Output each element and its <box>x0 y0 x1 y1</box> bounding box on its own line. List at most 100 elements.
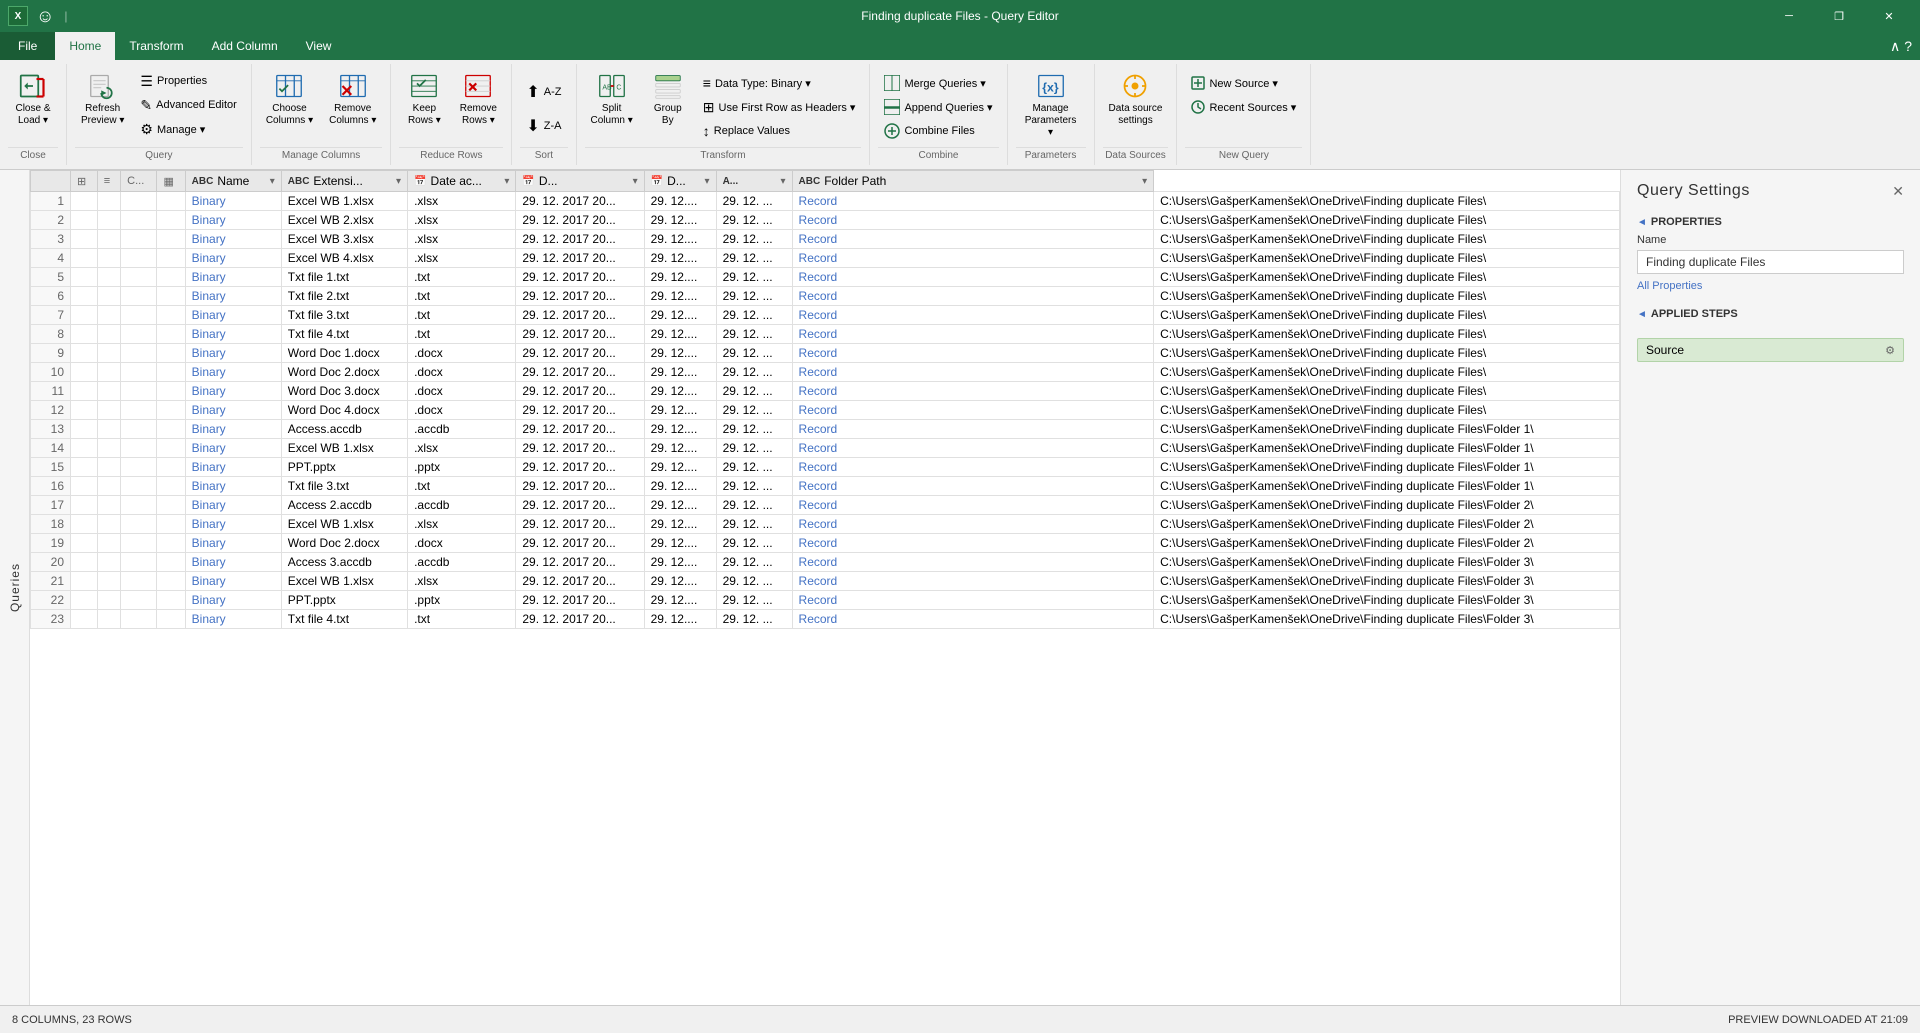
split-column-button[interactable]: AB C SplitColumn ▾ <box>585 68 639 143</box>
col-d2-dropdown[interactable]: ▾ <box>705 176 710 187</box>
sort-desc-button[interactable]: ⬇Z-A <box>520 110 567 142</box>
cell-a[interactable]: Record <box>792 515 1154 534</box>
menu-transform[interactable]: Transform <box>115 32 197 60</box>
col-path-dropdown[interactable]: ▾ <box>1142 176 1147 187</box>
cell-a[interactable]: Record <box>792 211 1154 230</box>
append-queries-button[interactable]: Append Queries ▾ <box>878 96 998 118</box>
col-a-dropdown[interactable]: ▾ <box>781 176 786 187</box>
menu-file[interactable]: File <box>0 32 55 60</box>
col-header-a[interactable]: A... ▾ <box>716 171 792 192</box>
choose-columns-button[interactable]: ChooseColumns ▾ <box>260 68 319 143</box>
remove-rows-button[interactable]: RemoveRows ▾ <box>453 68 503 143</box>
refresh-preview-button[interactable]: RefreshPreview ▾ <box>75 68 130 143</box>
advanced-editor-button[interactable]: ✎ Advanced Editor <box>134 94 242 116</box>
remove-columns-button[interactable]: RemoveColumns ▾ <box>323 68 382 143</box>
col-header-extension[interactable]: ABC Extensi... ▾ <box>281 171 407 192</box>
col-name-dropdown[interactable]: ▾ <box>270 176 275 187</box>
cell-a[interactable]: Record <box>792 572 1154 591</box>
col-ext-dropdown[interactable]: ▾ <box>396 176 401 187</box>
data-type-button[interactable]: ≡ Data Type: Binary ▾ <box>697 72 862 94</box>
menu-home[interactable]: Home <box>55 32 115 60</box>
group-by-button[interactable]: GroupBy <box>643 68 693 143</box>
cell-a[interactable]: Record <box>792 192 1154 211</box>
cell-binary[interactable]: Binary <box>185 458 281 477</box>
query-settings-close-button[interactable]: ✕ <box>1892 183 1904 200</box>
ribbon-collapse-button[interactable]: ∧ <box>1890 38 1900 55</box>
cell-binary[interactable]: Binary <box>185 477 281 496</box>
manage-button[interactable]: ⚙ Manage ▾ <box>134 118 242 140</box>
use-first-row-button[interactable]: ⊞ Use First Row as Headers ▾ <box>697 96 862 118</box>
cell-binary[interactable]: Binary <box>185 515 281 534</box>
queries-sidebar[interactable]: Queries <box>0 170 30 1005</box>
col-header-icon3[interactable]: C... <box>121 171 157 192</box>
menu-view[interactable]: View <box>292 32 346 60</box>
cell-a[interactable]: Record <box>792 287 1154 306</box>
smiley-icon[interactable]: ☺ <box>36 6 54 27</box>
cell-binary[interactable]: Binary <box>185 306 281 325</box>
sort-asc-button[interactable]: ⬆A-Z <box>520 76 567 108</box>
cell-binary[interactable]: Binary <box>185 192 281 211</box>
data-source-settings-button[interactable]: Data sourcesettings <box>1103 68 1169 143</box>
cell-binary[interactable]: Binary <box>185 325 281 344</box>
col-header-name[interactable]: ABC Name ▾ <box>185 171 281 192</box>
help-button[interactable]: ? <box>1904 38 1912 54</box>
step-source[interactable]: Source ⚙ <box>1637 338 1904 362</box>
cell-binary[interactable]: Binary <box>185 420 281 439</box>
replace-values-button[interactable]: ↕ Replace Values <box>697 120 862 142</box>
cell-a[interactable]: Record <box>792 439 1154 458</box>
step-source-gear[interactable]: ⚙ <box>1885 344 1895 357</box>
combine-files-button[interactable]: Combine Files <box>878 120 998 142</box>
recent-sources-button[interactable]: Recent Sources ▾ <box>1185 96 1302 118</box>
close-load-button[interactable]: Close &Load ▾ <box>8 68 58 143</box>
cell-binary[interactable]: Binary <box>185 534 281 553</box>
cell-a[interactable]: Record <box>792 230 1154 249</box>
cell-a[interactable]: Record <box>792 249 1154 268</box>
all-properties-link[interactable]: All Properties <box>1637 280 1904 292</box>
col-header-d2[interactable]: 📅 D... ▾ <box>644 171 716 192</box>
cell-binary[interactable]: Binary <box>185 591 281 610</box>
manage-parameters-button[interactable]: {x} ManageParameters ▾ <box>1016 68 1086 143</box>
cell-binary[interactable]: Binary <box>185 287 281 306</box>
cell-a[interactable]: Record <box>792 401 1154 420</box>
close-button[interactable]: ✕ <box>1866 0 1912 32</box>
data-area[interactable]: ⊞ ≡ C... ▦ ABC Name ▾ ABC Ex <box>30 170 1620 1005</box>
col-header-d1[interactable]: 📅 D... ▾ <box>516 171 644 192</box>
cell-a[interactable]: Record <box>792 553 1154 572</box>
cell-a[interactable]: Record <box>792 591 1154 610</box>
cell-binary[interactable]: Binary <box>185 382 281 401</box>
cell-binary[interactable]: Binary <box>185 496 281 515</box>
cell-a[interactable]: Record <box>792 458 1154 477</box>
cell-a[interactable]: Record <box>792 477 1154 496</box>
cell-a[interactable]: Record <box>792 268 1154 287</box>
col-header-folderpath[interactable]: ABC Folder Path ▾ <box>792 171 1154 192</box>
cell-binary[interactable]: Binary <box>185 230 281 249</box>
cell-binary[interactable]: Binary <box>185 401 281 420</box>
cell-a[interactable]: Record <box>792 344 1154 363</box>
cell-binary[interactable]: Binary <box>185 249 281 268</box>
col-d1-dropdown[interactable]: ▾ <box>633 176 638 187</box>
cell-a[interactable]: Record <box>792 382 1154 401</box>
cell-binary[interactable]: Binary <box>185 344 281 363</box>
col-header-icon2[interactable]: ≡ <box>97 171 120 192</box>
merge-queries-button[interactable]: Merge Queries ▾ <box>878 72 998 94</box>
cell-a[interactable]: Record <box>792 325 1154 344</box>
properties-button[interactable]: ☰ Properties <box>134 70 242 92</box>
new-source-button[interactable]: New Source ▾ <box>1185 72 1302 94</box>
keep-rows-button[interactable]: KeepRows ▾ <box>399 68 449 143</box>
minimize-button[interactable]: ─ <box>1766 0 1812 32</box>
cell-binary[interactable]: Binary <box>185 572 281 591</box>
cell-binary[interactable]: Binary <box>185 211 281 230</box>
col-header-icon4[interactable]: ▦ <box>157 171 185 192</box>
col-header-dateacc[interactable]: 📅 Date ac... ▾ <box>408 171 516 192</box>
menu-add-column[interactable]: Add Column <box>198 32 292 60</box>
cell-binary[interactable]: Binary <box>185 268 281 287</box>
col-dateacc-dropdown[interactable]: ▾ <box>504 176 509 187</box>
cell-a[interactable]: Record <box>792 610 1154 629</box>
cell-a[interactable]: Record <box>792 306 1154 325</box>
col-header-icon1[interactable]: ⊞ <box>71 171 98 192</box>
cell-binary[interactable]: Binary <box>185 610 281 629</box>
cell-a[interactable]: Record <box>792 363 1154 382</box>
maximize-button[interactable]: ❐ <box>1816 0 1862 32</box>
cell-binary[interactable]: Binary <box>185 439 281 458</box>
cell-binary[interactable]: Binary <box>185 363 281 382</box>
